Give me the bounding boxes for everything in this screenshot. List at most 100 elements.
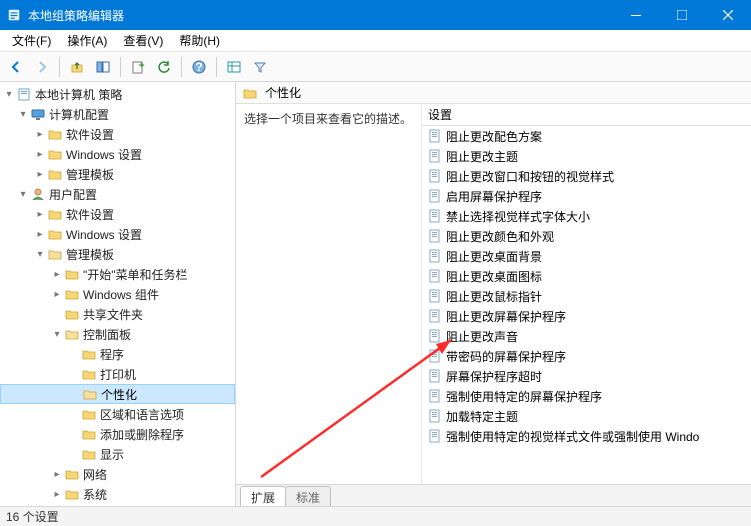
setting-item[interactable]: 启用屏幕保护程序 [422, 186, 751, 206]
up-level-button[interactable] [65, 55, 89, 79]
user-icon [30, 186, 46, 202]
export-list-button[interactable] [126, 55, 150, 79]
expand-icon[interactable]: ▾ [33, 249, 47, 260]
setting-item[interactable]: 阻止更改桌面背景 [422, 246, 751, 266]
toolbar-separator [120, 57, 121, 77]
setting-label: 阻止更改主题 [446, 148, 518, 165]
setting-item[interactable]: 阻止更改颜色和外观 [422, 226, 751, 246]
tree-region-lang[interactable]: ·区域和语言选项 [0, 404, 235, 424]
expand-icon: · [67, 429, 81, 440]
setting-icon [428, 129, 442, 143]
settings-list[interactable]: 设置 阻止更改配色方案阻止更改主题阻止更改窗口和按钮的视觉样式启用屏幕保护程序禁… [422, 104, 751, 484]
window-titlebar: 本地组策略编辑器 [0, 0, 751, 30]
setting-item[interactable]: 阻止更改声音 [422, 326, 751, 346]
expand-icon[interactable]: ▸ [33, 129, 47, 140]
tree-pane[interactable]: ▾ 本地计算机 策略 ▾ 计算机配置 ▸软件设置 ▸Windows 设置 ▸管理… [0, 82, 236, 506]
setting-item[interactable]: 阻止更改桌面图标 [422, 266, 751, 286]
folder-icon [47, 146, 63, 162]
description-text: 选择一个项目来查看它的描述。 [244, 110, 413, 127]
tree-u-software[interactable]: ▸软件设置 [0, 204, 235, 224]
tree-printers[interactable]: ·打印机 [0, 364, 235, 384]
tree-start-taskbar[interactable]: ▸"开始"菜单和任务栏 [0, 264, 235, 284]
folder-icon [81, 426, 97, 442]
expand-icon[interactable]: ▾ [50, 329, 64, 340]
expand-icon[interactable]: ▸ [33, 229, 47, 240]
tree-display[interactable]: ·显示 [0, 444, 235, 464]
tree-label: 个性化 [101, 386, 137, 403]
close-button[interactable] [705, 0, 751, 30]
tree-personalization[interactable]: ·个性化 [0, 384, 235, 404]
status-text: 16 个设置 [6, 508, 59, 525]
setting-label: 强制使用特定的屏幕保护程序 [446, 388, 602, 405]
setting-label: 阻止更改屏幕保护程序 [446, 308, 566, 325]
expand-icon[interactable]: ▸ [33, 149, 47, 160]
folder-icon [64, 266, 80, 282]
tab-standard[interactable]: 标准 [285, 486, 331, 506]
filter-button[interactable] [248, 55, 272, 79]
menu-view[interactable]: 查看(V) [117, 30, 169, 51]
tree-c-windows[interactable]: ▸Windows 设置 [0, 144, 235, 164]
nav-forward-button[interactable] [30, 55, 54, 79]
tree-shared-folders[interactable]: ·共享文件夹 [0, 304, 235, 324]
tree-label: 程序 [100, 346, 124, 363]
all-settings-button[interactable] [222, 55, 246, 79]
tree-label: 管理模板 [66, 246, 114, 263]
setting-icon [428, 369, 442, 383]
svg-text:?: ? [195, 60, 202, 74]
setting-item[interactable]: 阻止更改鼠标指针 [422, 286, 751, 306]
expand-icon[interactable]: ▸ [33, 169, 47, 180]
tree-computer-config[interactable]: ▾ 计算机配置 [0, 104, 235, 124]
setting-item[interactable]: 阻止更改窗口和按钮的视觉样式 [422, 166, 751, 186]
expand-icon[interactable]: ▸ [50, 469, 64, 480]
tree-c-software[interactable]: ▸ 软件设置 [0, 124, 235, 144]
setting-item[interactable]: 禁止选择视觉样式字体大小 [422, 206, 751, 226]
menu-bar: 文件(F) 操作(A) 查看(V) 帮助(H) [0, 30, 751, 52]
expand-icon[interactable]: ▾ [16, 189, 30, 200]
toolbar-separator [181, 57, 182, 77]
folder-icon [64, 286, 80, 302]
setting-item[interactable]: 屏幕保护程序超时 [422, 366, 751, 386]
tree-system[interactable]: ▸系统 [0, 484, 235, 504]
tree-network[interactable]: ▸网络 [0, 464, 235, 484]
menu-help[interactable]: 帮助(H) [173, 30, 226, 51]
folder-icon [47, 226, 63, 242]
setting-item[interactable]: 带密码的屏幕保护程序 [422, 346, 751, 366]
expand-icon[interactable]: ▸ [33, 209, 47, 220]
minimize-button[interactable] [613, 0, 659, 30]
setting-item[interactable]: 阻止更改主题 [422, 146, 751, 166]
tree-label: 本地计算机 策略 [35, 86, 122, 103]
expand-icon[interactable]: ▸ [50, 289, 64, 300]
tree-u-admin[interactable]: ▾ 管理模板 [0, 244, 235, 264]
menu-file[interactable]: 文件(F) [6, 30, 57, 51]
setting-item[interactable]: 加载特定主题 [422, 406, 751, 426]
nav-back-button[interactable] [4, 55, 28, 79]
expand-icon[interactable]: ▸ [50, 489, 64, 500]
setting-icon [428, 349, 442, 363]
tree-label: 软件设置 [66, 126, 114, 143]
tree-programs[interactable]: ·程序 [0, 344, 235, 364]
menu-action[interactable]: 操作(A) [61, 30, 113, 51]
setting-item[interactable]: 强制使用特定的屏幕保护程序 [422, 386, 751, 406]
setting-item[interactable]: 阻止更改屏幕保护程序 [422, 306, 751, 326]
tree-root[interactable]: ▾ 本地计算机 策略 [0, 84, 235, 104]
expand-icon[interactable]: ▸ [50, 269, 64, 280]
tree-user-config[interactable]: ▾ 用户配置 [0, 184, 235, 204]
refresh-button[interactable] [152, 55, 176, 79]
tree-c-admin[interactable]: ▸管理模板 [0, 164, 235, 184]
show-hide-tree-button[interactable] [91, 55, 115, 79]
tree-label: 打印机 [100, 366, 136, 383]
tree-u-windows[interactable]: ▸Windows 设置 [0, 224, 235, 244]
setting-item[interactable]: 阻止更改配色方案 [422, 126, 751, 146]
folder-icon [81, 406, 97, 422]
tree-control-panel[interactable]: ▾控制面板 [0, 324, 235, 344]
expand-icon[interactable]: ▾ [2, 89, 16, 100]
column-header-setting[interactable]: 设置 [422, 104, 751, 126]
setting-label: 阻止更改颜色和外观 [446, 228, 554, 245]
tab-extended[interactable]: 扩展 [240, 486, 286, 506]
tree-win-components[interactable]: ▸Windows 组件 [0, 284, 235, 304]
setting-item[interactable]: 强制使用特定的视觉样式文件或强制使用 Windo [422, 426, 751, 446]
tree-add-remove[interactable]: ·添加或删除程序 [0, 424, 235, 444]
maximize-button[interactable] [659, 0, 705, 30]
expand-icon[interactable]: ▾ [16, 109, 30, 120]
help-button[interactable]: ? [187, 55, 211, 79]
